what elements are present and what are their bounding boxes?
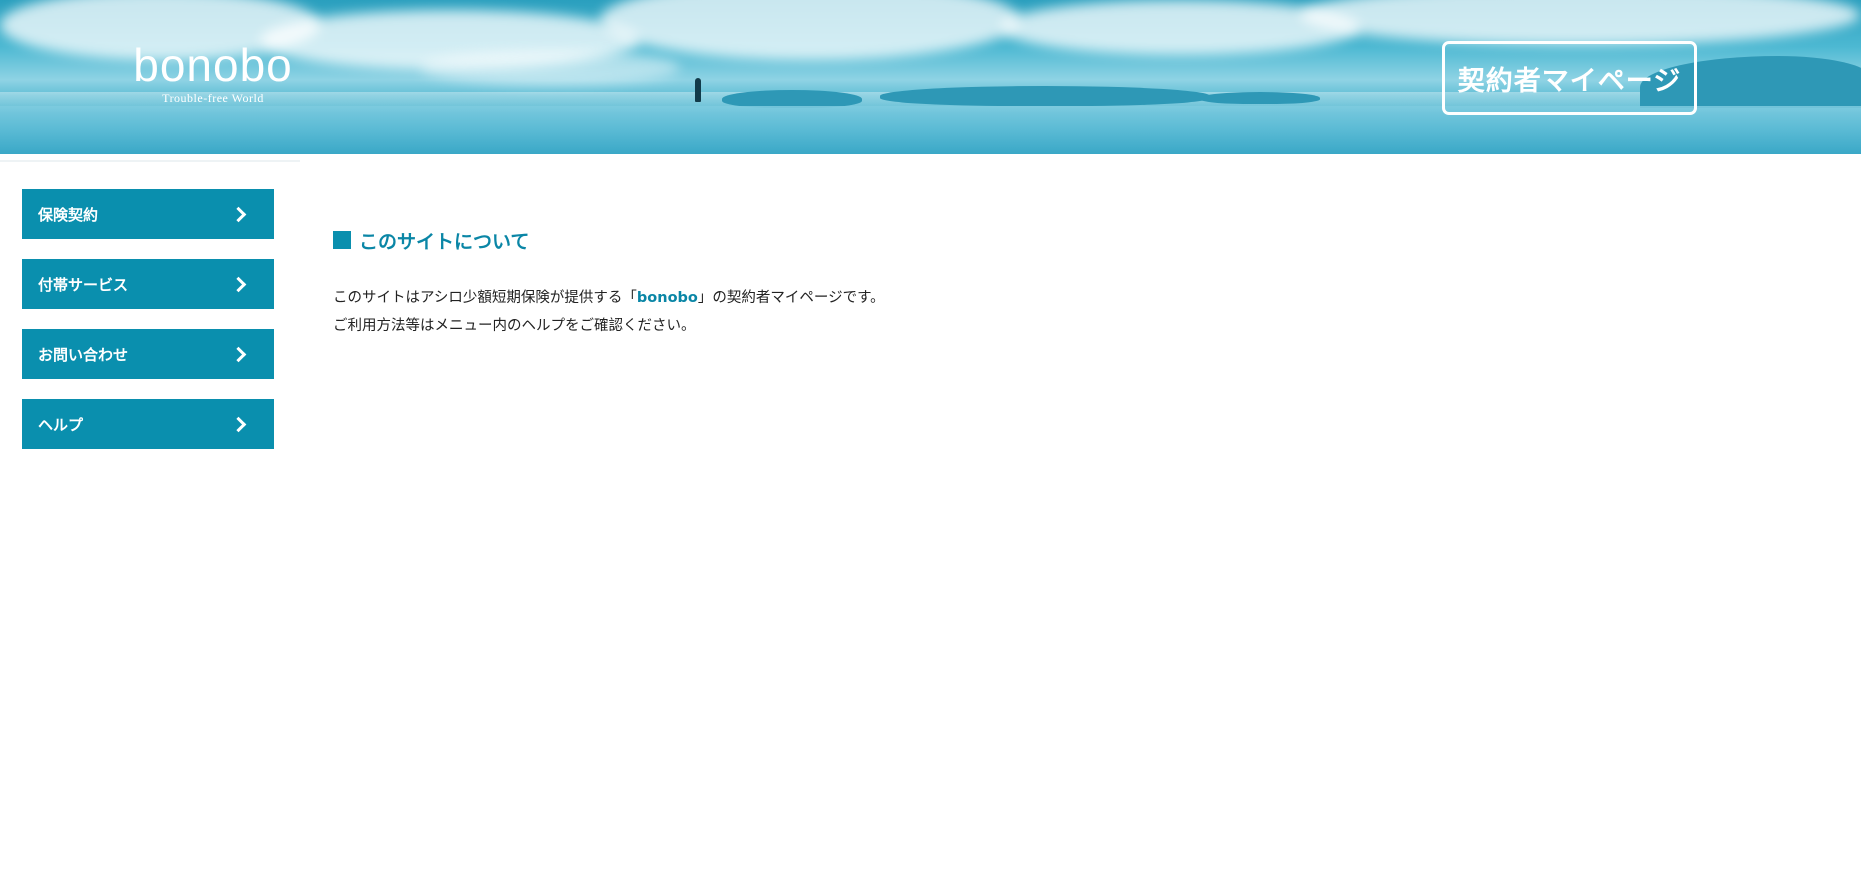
- chevron-right-icon: [230, 206, 247, 222]
- logo-wordmark: bonobo: [133, 39, 293, 91]
- chevron-right-icon: [230, 276, 247, 292]
- sidebar-menu: 保険契約 付帯サービス お問い合わせ ヘルプ: [22, 189, 274, 469]
- header-banner: bonobo Trouble-free World 契約者マイページ: [0, 0, 1861, 154]
- section-title-text: このサイトについて: [359, 230, 530, 253]
- brand-name-inline: bonobo: [636, 290, 698, 306]
- sidebar-item-contact[interactable]: お問い合わせ: [22, 329, 274, 379]
- sidebar-item-help[interactable]: ヘルプ: [22, 399, 274, 449]
- section-heading: このサイトについて: [333, 228, 1533, 253]
- sidebar-item-label: 保険契約: [38, 205, 99, 224]
- island-decoration: [880, 86, 1210, 106]
- about-line-1: このサイトはアシロ少額短期保険が提供する「bonobo」の契約者マイページです。: [333, 284, 1533, 312]
- cloud-decoration: [1300, 0, 1860, 45]
- about-line-1-prefix: このサイトはアシロ少額短期保険が提供する「: [333, 290, 637, 306]
- sidebar-item-label: ヘルプ: [38, 415, 84, 434]
- sidebar-item-additional-services[interactable]: 付帯サービス: [22, 259, 274, 309]
- cloud-decoration: [420, 50, 680, 85]
- island-decoration: [1200, 92, 1320, 104]
- logo-tagline: Trouble-free World: [162, 91, 264, 105]
- chevron-right-icon: [230, 416, 247, 432]
- sidebar-item-insurance-contract[interactable]: 保険契約: [22, 189, 274, 239]
- mypage-title-badge: 契約者マイページ: [1442, 41, 1697, 115]
- sidebar-item-label: お問い合わせ: [38, 345, 129, 364]
- about-text: このサイトはアシロ少額短期保険が提供する「bonobo」の契約者マイページです。…: [333, 284, 1533, 340]
- about-line-1-suffix: 」の契約者マイページです。: [697, 290, 885, 306]
- sidebar-item-label: 付帯サービス: [38, 275, 129, 294]
- site-logo[interactable]: bonobo Trouble-free World: [118, 40, 308, 106]
- person-silhouette: [695, 78, 701, 102]
- main-content: このサイトについて このサイトはアシロ少額短期保険が提供する「bonobo」の契…: [333, 228, 1533, 340]
- cloud-decoration: [600, 0, 1020, 60]
- about-line-2: ご利用方法等はメニュー内のヘルプをご確認ください。: [333, 318, 696, 334]
- chevron-right-icon: [230, 346, 247, 362]
- header-divider: [0, 160, 300, 162]
- square-marker-icon: [333, 231, 351, 249]
